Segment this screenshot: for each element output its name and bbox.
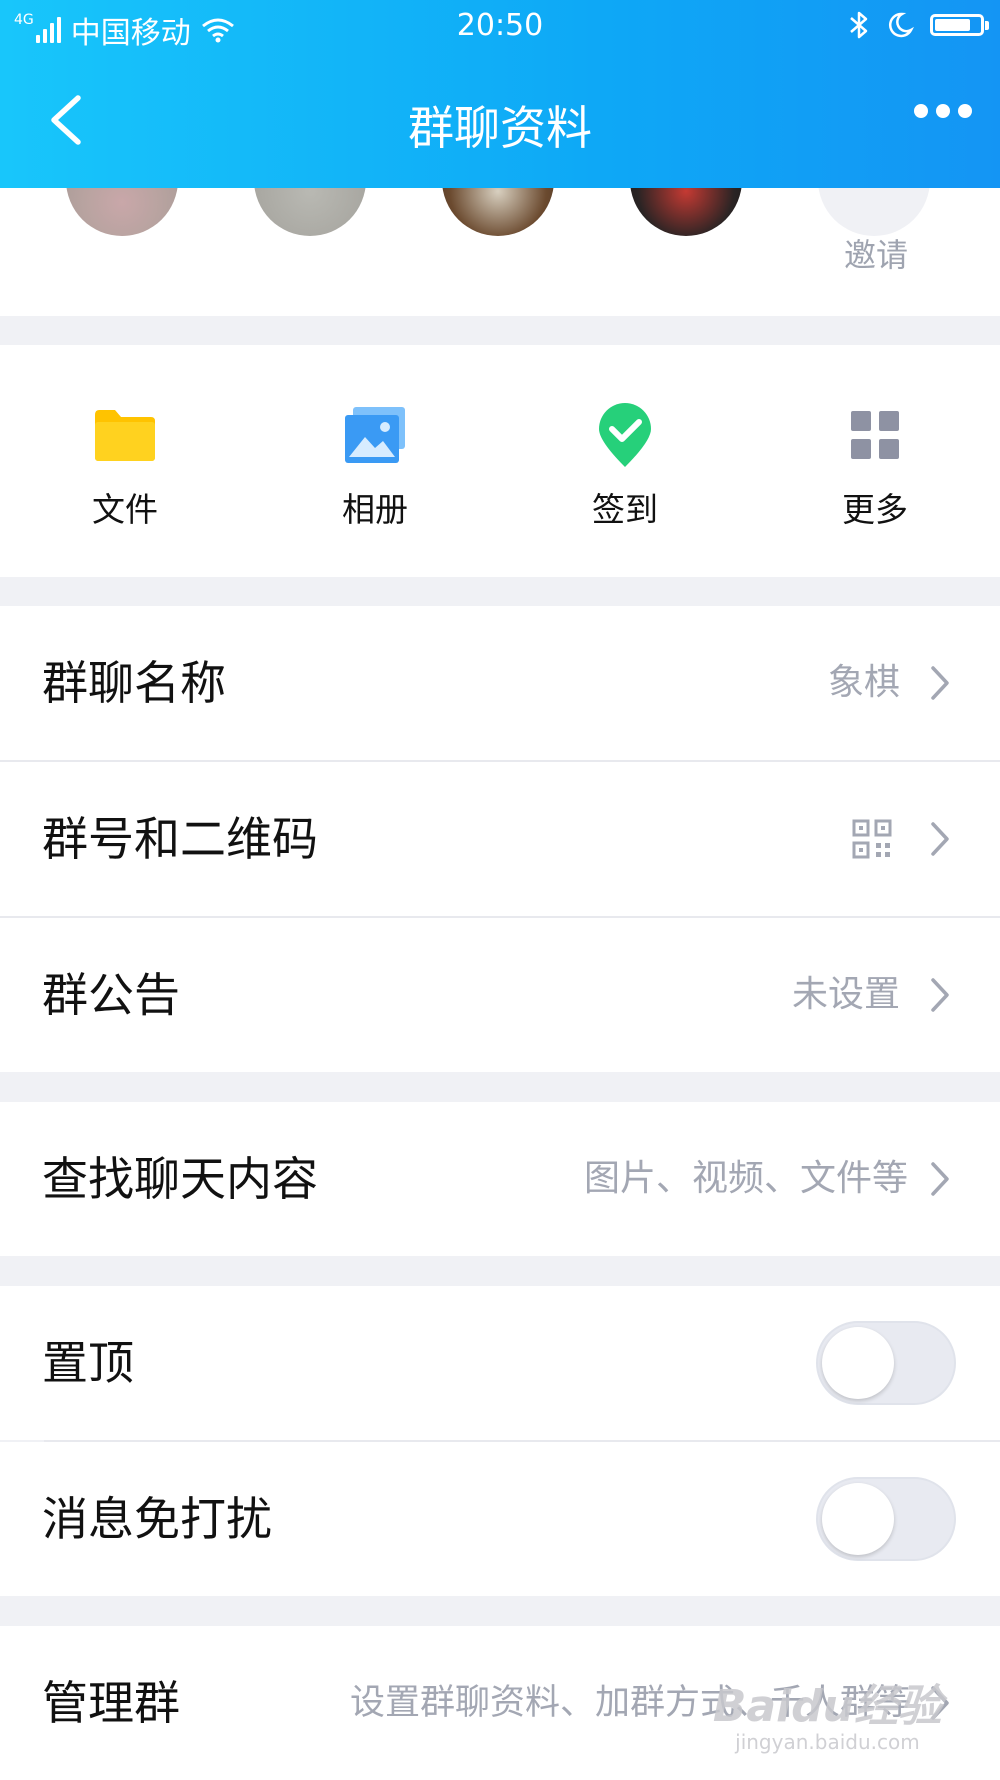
more-button[interactable] [914, 104, 972, 118]
watermark-sub: jingyan.baidu.com [735, 1730, 920, 1754]
pin-top-row: 置顶 [0, 1286, 1000, 1440]
search-chat-label: 查找聊天内容 [42, 1152, 318, 1206]
chevron-right-icon [931, 1162, 949, 1196]
app-label: 更多 [842, 490, 908, 529]
group-qr-row[interactable]: 群号和二维码 [0, 762, 1000, 916]
folder-icon [95, 410, 155, 461]
group-name-label: 群聊名称 [42, 656, 226, 710]
announcement-row[interactable]: 群公告 未设置 [0, 918, 1000, 1072]
watermark-main: Baidu经验 [712, 1681, 942, 1732]
toggle-knob [822, 1327, 894, 1399]
mute-label: 消息免打扰 [42, 1492, 272, 1546]
member-avatar[interactable] [66, 188, 178, 236]
announcement-label: 群公告 [42, 968, 180, 1022]
announcement-value: 未设置 [791, 974, 900, 1015]
watermark: Baidu经验 jingyan.baidu.com [713, 1670, 942, 1754]
invite-label: 邀请 [843, 236, 908, 274]
photo-album-icon [345, 407, 405, 463]
manage-group-label: 管理群 [42, 1676, 180, 1730]
app-label: 签到 [592, 490, 658, 529]
more-dots-icon [914, 104, 928, 118]
page-title: 群聊资料 [408, 101, 592, 155]
app-files[interactable]: 文件 [0, 345, 250, 577]
toggle-knob [822, 1483, 894, 1555]
header: 4G 中国移动 20:50 群聊资料 [0, 0, 1000, 188]
app-label: 文件 [92, 490, 158, 529]
members-strip: 邀请 [0, 188, 1000, 316]
app-checkin[interactable]: 签到 [500, 345, 750, 577]
search-chat-row[interactable]: 查找聊天内容 图片、视频、文件等 [0, 1102, 1000, 1256]
group-name-row[interactable]: 群聊名称 象棋 [0, 606, 1000, 760]
qr-code-icon [852, 819, 892, 859]
bluetooth-icon [850, 11, 868, 39]
grid-more-icon [851, 411, 899, 459]
status-bar: 4G 中国移动 20:50 [0, 0, 1000, 54]
moon-icon [888, 12, 914, 38]
more-dot [958, 104, 972, 118]
chevron-right-icon [931, 666, 949, 700]
mute-toggle[interactable] [816, 1477, 956, 1561]
chevron-right-icon [931, 978, 949, 1012]
battery-level [935, 19, 971, 31]
pin-top-label: 置顶 [42, 1336, 134, 1390]
battery-icon [930, 14, 989, 36]
app-more[interactable]: 更多 [750, 345, 1000, 577]
invite-button[interactable] [818, 188, 930, 236]
mute-row: 消息免打扰 [0, 1442, 1000, 1596]
nav-bar: 群聊资料 [0, 54, 1000, 188]
chevron-right-icon [931, 822, 949, 856]
member-avatar[interactable] [442, 188, 554, 236]
more-dot [936, 104, 950, 118]
search-chat-value: 图片、视频、文件等 [583, 1158, 908, 1199]
member-avatar[interactable] [254, 188, 366, 236]
group-apps: 文件 相册 签到 更多 [0, 345, 1000, 577]
check-in-pin-icon [599, 403, 651, 467]
group-name-value: 象棋 [827, 662, 900, 703]
pin-top-toggle[interactable] [816, 1321, 956, 1405]
app-label: 相册 [342, 490, 408, 529]
group-qr-label: 群号和二维码 [42, 812, 318, 866]
member-avatar[interactable] [630, 188, 742, 236]
app-album[interactable]: 相册 [250, 345, 500, 577]
